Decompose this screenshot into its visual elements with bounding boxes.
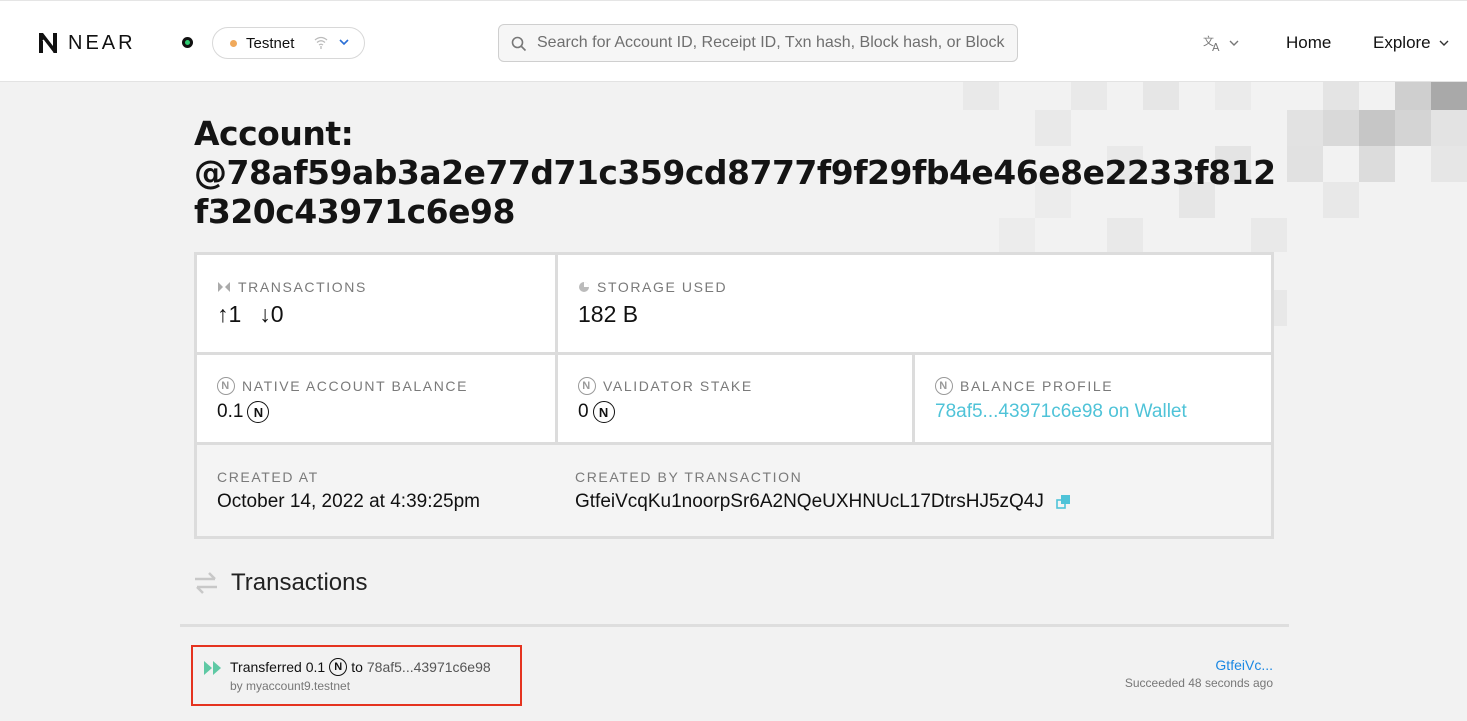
connection-status-icon	[182, 37, 193, 48]
transaction-receiver[interactable]: 78af5...43971c6e98	[367, 659, 491, 675]
chevron-down-icon	[1439, 40, 1449, 46]
created-by-hash: GtfeiVcqKu1noorpSr6A2NQeUXHNUcL17DtrsHJ5…	[575, 491, 1044, 512]
account-info-card: TRANSACTIONS ↑1 ↓0 STORAGE USED 182 B N …	[194, 252, 1274, 539]
validator-stake-label: VALIDATOR STAKE	[603, 378, 753, 394]
balance-profile-link[interactable]: 78af5...43971c6e98 on Wallet	[935, 401, 1187, 423]
transaction-to-label: to	[351, 659, 363, 675]
transactions-section-header: Transactions	[193, 568, 368, 598]
network-label: Testnet	[246, 34, 295, 52]
network-dot-icon	[230, 39, 237, 47]
translate-icon: 文 A	[1203, 34, 1220, 53]
native-balance-value: 0.1	[217, 401, 244, 422]
storage-icon	[579, 282, 589, 292]
transactions-heading: Transactions	[231, 569, 368, 596]
native-balance-label: NATIVE ACCOUNT BALANCE	[242, 378, 469, 394]
nav-explore-label: Explore	[1373, 33, 1431, 52]
transfer-action-icon	[204, 661, 221, 675]
search-icon	[511, 36, 527, 52]
near-logo-icon	[39, 33, 57, 54]
search-input[interactable]	[537, 25, 1013, 61]
transactions-received: ↓0	[259, 301, 284, 327]
near-token-icon: N	[935, 377, 953, 395]
near-token-icon: N	[592, 401, 615, 423]
logo-text: NEAR	[68, 31, 136, 54]
nav-home-link[interactable]: Home	[1286, 33, 1331, 53]
near-token-icon: N	[247, 401, 270, 423]
wifi-icon	[314, 36, 328, 49]
balance-profile-stat: N BALANCE PROFILE 78af5...43971c6e98 on …	[915, 355, 1271, 442]
transaction-action: Transferred 0.1 N to 78af5...43971c6e98	[230, 658, 491, 676]
created-at-value: October 14, 2022 at 4:39:25pm	[217, 491, 481, 512]
created-at-label: CREATED AT	[217, 469, 319, 485]
transactions-label: TRANSACTIONS	[238, 279, 367, 295]
transactions-stat: TRANSACTIONS ↑1 ↓0	[197, 255, 555, 352]
near-token-icon: N	[217, 377, 235, 395]
chevron-down-icon	[339, 39, 349, 46]
storage-value: 182 B	[578, 301, 639, 327]
storage-stat: STORAGE USED 182 B	[558, 255, 1271, 352]
top-navbar: NEAR Testnet 文 A Home Explore	[0, 0, 1467, 82]
transfer-icon	[218, 282, 230, 292]
storage-label: STORAGE USED	[597, 279, 728, 295]
balance-profile-label: BALANCE PROFILE	[960, 378, 1114, 394]
created-at-stat: CREATED AT October 14, 2022 at 4:39:25pm	[197, 445, 555, 536]
network-selector[interactable]: Testnet	[212, 27, 365, 59]
language-selector[interactable]: 文 A	[1203, 33, 1239, 53]
nav-explore-menu[interactable]: Explore	[1373, 33, 1449, 53]
chevron-down-icon	[1229, 40, 1239, 46]
account-id: @78af59ab3a2e77d71c359cd8777f9f29fb4e46e…	[194, 153, 1276, 231]
transaction-signer: by myaccount9.testnet	[230, 679, 351, 693]
created-by-label: CREATED BY TRANSACTION	[575, 469, 803, 485]
page-title: Account: @78af59ab3a2e77d71c359cd8777f9f…	[194, 114, 1284, 231]
transaction-hash-link[interactable]: GtfeiVc...	[1215, 657, 1273, 673]
near-logo[interactable]: NEAR	[36, 31, 136, 55]
transaction-action-text: Transferred 0.1	[230, 659, 326, 675]
near-token-icon: N	[578, 377, 596, 395]
native-balance-stat: N NATIVE ACCOUNT BALANCE 0.1 N	[197, 355, 555, 442]
near-token-icon: N	[329, 658, 348, 676]
validator-stake-value: 0	[578, 401, 589, 422]
svg-text:A: A	[1212, 41, 1220, 53]
created-by-stat: CREATED BY TRANSACTION GtfeiVcqKu1noorpS…	[555, 445, 1271, 536]
validator-stake-stat: N VALIDATOR STAKE 0 N	[558, 355, 912, 442]
search-box	[498, 24, 1018, 62]
transaction-status: Succeeded 48 seconds ago	[1124, 676, 1273, 690]
transactions-arrows-icon	[195, 572, 217, 594]
title-prefix: Account:	[194, 114, 354, 153]
copy-icon[interactable]	[1056, 494, 1072, 510]
transactions-sent: ↑1	[217, 301, 242, 327]
